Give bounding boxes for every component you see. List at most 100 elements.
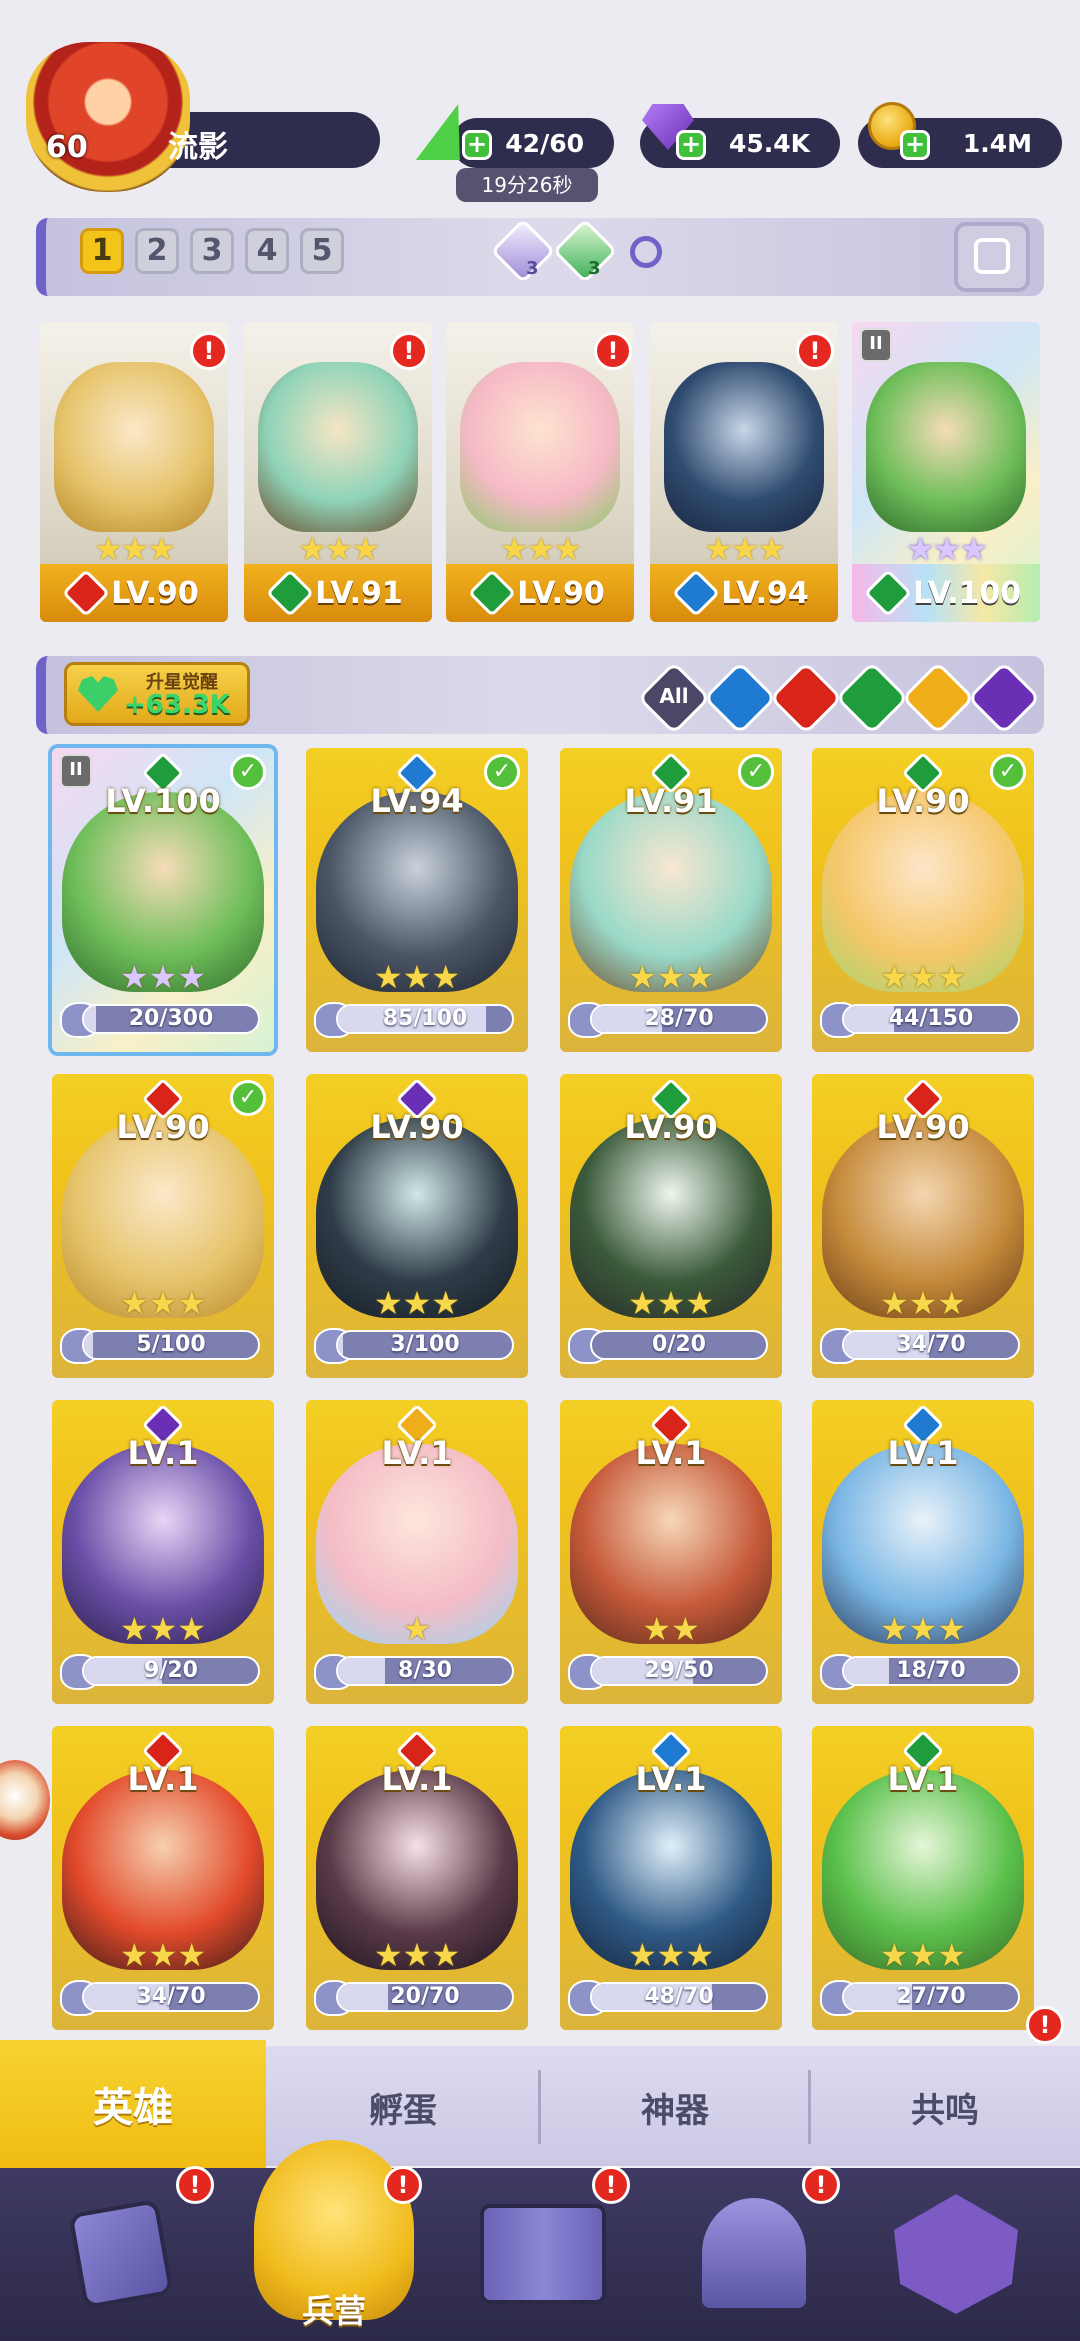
rank-badge: II xyxy=(860,328,892,362)
nav-mushroom[interactable] xyxy=(880,2180,1030,2320)
tab-heroes[interactable]: 英雄 xyxy=(0,2040,266,2168)
shard-progress-text: 29/50 xyxy=(644,1658,714,1683)
tab-hatch-label: 孵蛋 xyxy=(369,2090,437,2131)
hero-card[interactable]: LV.100 ★★★ 20/300 ✓ II xyxy=(52,748,274,1052)
hero-card[interactable]: LV.1 ★★★ 18/70 xyxy=(812,1400,1034,1704)
shard-progress: 9/20 xyxy=(82,1656,260,1686)
hero-card[interactable]: LV.1 ★★★ 9/20 xyxy=(52,1400,274,1704)
search-icon[interactable] xyxy=(630,236,662,268)
team-tab-5[interactable]: 5 xyxy=(300,228,344,274)
gems-value: 45.4K xyxy=(728,128,810,158)
alert-badge: ! xyxy=(190,332,228,370)
shard-progress: 20/70 xyxy=(336,1982,514,2012)
team-level-bar: LV.90 xyxy=(446,564,634,622)
hero-card[interactable]: LV.90 ★★★ 44/150 ✓ xyxy=(812,748,1034,1052)
player-name: 流影 xyxy=(168,130,228,165)
alert-badge: ! xyxy=(1026,2006,1064,2044)
tab-heroes-label: 英雄 xyxy=(93,2085,173,2131)
filter-all-label: All xyxy=(659,684,689,708)
team-level-bar: LV.94 xyxy=(650,564,838,622)
tab-resonance-label: 共鸣 xyxy=(911,2090,979,2131)
energy-timer: 19分26秒 xyxy=(456,168,598,202)
team-tab-4[interactable]: 4 xyxy=(245,228,289,274)
add-energy-button[interactable]: + xyxy=(462,130,492,160)
hero-level: LV.1 xyxy=(887,1434,959,1472)
hero-level: LV.1 xyxy=(887,1760,959,1798)
shard-progress-text: 3/100 xyxy=(390,1332,460,1357)
shard-progress: 8/30 xyxy=(336,1656,514,1686)
alert-badge: ! xyxy=(176,2166,214,2204)
check-icon: ✓ xyxy=(230,754,266,790)
hero-portrait xyxy=(54,362,214,532)
hero-card[interactable]: LV.1 ★★ 29/50 xyxy=(560,1400,782,1704)
shrine-icon xyxy=(702,2198,806,2308)
shard-progress: 20/300 xyxy=(82,1004,260,1034)
shard-progress-text: 48/70 xyxy=(644,1984,714,2009)
shard-progress: 34/70 xyxy=(82,1982,260,2012)
shard-progress-text: 34/70 xyxy=(136,1984,206,2009)
shard-progress-text: 27/70 xyxy=(896,1984,966,2009)
hero-stars: ★★★ xyxy=(627,1284,715,1322)
hero-card[interactable]: LV.90 ★★★ 3/100 xyxy=(306,1074,528,1378)
hero-card[interactable]: LV.90 ★★★ 34/70 xyxy=(812,1074,1034,1378)
shard-progress: 27/70 xyxy=(842,1982,1020,2012)
add-coins-button[interactable]: + xyxy=(900,130,930,160)
hero-card[interactable]: LV.90 ★★★ 0/20 xyxy=(560,1074,782,1378)
shard-progress-text: 0/20 xyxy=(652,1332,706,1357)
shard-progress-text: 20/300 xyxy=(128,1006,214,1031)
shard-progress-text: 9/20 xyxy=(144,1658,198,1683)
hero-card[interactable]: LV.90 ★★★ 5/100 ✓ xyxy=(52,1074,274,1378)
shard-progress-text: 44/150 xyxy=(888,1006,974,1031)
team-tab-2[interactable]: 2 xyxy=(135,228,179,274)
nav-shrine[interactable] xyxy=(680,2180,830,2320)
tab-artifacts[interactable]: 神器 xyxy=(540,2052,810,2162)
check-icon: ✓ xyxy=(484,754,520,790)
hero-level: LV.1 xyxy=(381,1434,453,1472)
team-tab-1[interactable]: 1 xyxy=(80,228,124,274)
alert-badge: ! xyxy=(796,332,834,370)
check-icon: ✓ xyxy=(230,1080,266,1116)
nav-cards[interactable] xyxy=(50,2180,200,2320)
hero-card[interactable]: LV.1 ★★★ 27/70 xyxy=(812,1726,1034,2030)
alert-badge: ! xyxy=(594,332,632,370)
alert-badge: ! xyxy=(592,2166,630,2204)
hero-card[interactable]: LV.1 ★ 8/30 xyxy=(306,1400,528,1704)
hero-stars: ★★★ xyxy=(119,958,207,996)
team-slot-5[interactable]: II ★★★ LV.100 xyxy=(852,322,1040,622)
hero-card[interactable]: LV.1 ★★★ 20/70 xyxy=(306,1726,528,2030)
hero-card[interactable]: LV.1 ★★★ 48/70 xyxy=(560,1726,782,2030)
tab-resonance[interactable]: 共鸣 xyxy=(810,2052,1080,2162)
map-icon xyxy=(480,2204,606,2304)
team-tab-3[interactable]: 3 xyxy=(190,228,234,274)
awaken-value: +63.3K xyxy=(124,690,231,720)
shard-progress-text: 20/70 xyxy=(390,1984,460,2009)
team-stars: ★★★ xyxy=(703,530,786,568)
nav-map[interactable] xyxy=(470,2180,620,2320)
green-boost-count: 3 xyxy=(588,258,601,279)
rank-badge: II xyxy=(60,754,92,788)
shard-progress-text: 8/30 xyxy=(398,1658,452,1683)
hero-card[interactable]: LV.1 ★★★ 34/70 xyxy=(52,1726,274,2030)
purple-boost-count: 3 xyxy=(526,258,539,279)
energy-value: 42/60 xyxy=(505,128,584,158)
shard-progress: 85/100 xyxy=(336,1004,514,1034)
alert-badge: ! xyxy=(384,2166,422,2204)
tab-artifacts-label: 神器 xyxy=(641,2090,709,2131)
hero-level: LV.1 xyxy=(127,1760,199,1798)
hero-level: LV.90 xyxy=(624,1108,718,1146)
shard-progress: 48/70 xyxy=(590,1982,768,2012)
hero-stars: ★★★ xyxy=(879,1610,967,1648)
shard-progress-text: 34/70 xyxy=(896,1332,966,1357)
floating-helper-icon[interactable] xyxy=(0,1760,50,1840)
shard-progress: 28/70 xyxy=(590,1004,768,1034)
shard-progress-text: 5/100 xyxy=(136,1332,206,1357)
nature-element-icon xyxy=(468,568,517,618)
shard-progress: 29/50 xyxy=(590,1656,768,1686)
add-gems-button[interactable]: + xyxy=(676,130,706,160)
player-avatar[interactable] xyxy=(26,42,190,192)
hero-card[interactable]: LV.91 ★★★ 28/70 ✓ xyxy=(560,748,782,1052)
check-icon: ✓ xyxy=(738,754,774,790)
coins-value: 1.4M xyxy=(962,128,1032,158)
team-stars: ★★★ xyxy=(297,530,380,568)
hero-card[interactable]: LV.94 ★★★ 85/100 ✓ xyxy=(306,748,528,1052)
